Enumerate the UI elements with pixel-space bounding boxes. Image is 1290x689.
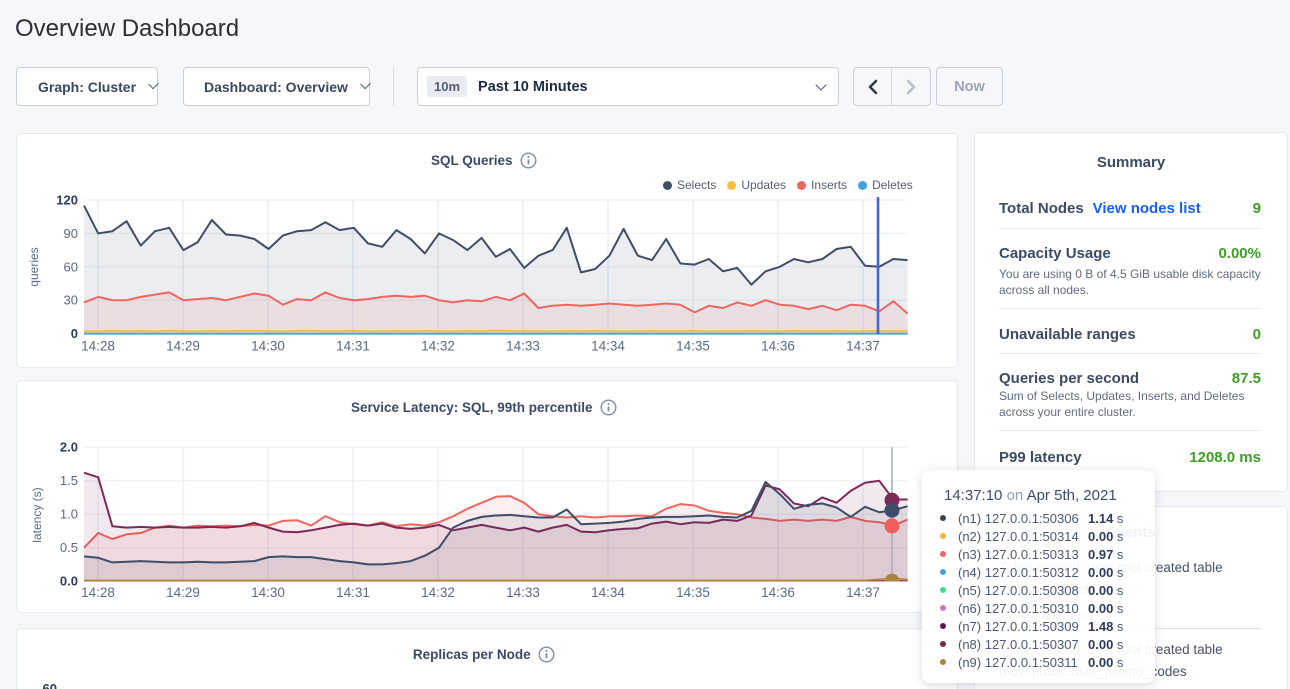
- svg-text:14:28: 14:28: [81, 339, 115, 354]
- svg-text:0.0: 0.0: [60, 574, 78, 589]
- svg-text:14:37: 14:37: [846, 339, 880, 354]
- svg-text:14:35: 14:35: [676, 585, 710, 600]
- svg-text:14:32: 14:32: [421, 585, 455, 600]
- svg-text:60: 60: [64, 259, 78, 274]
- svg-text:14:32: 14:32: [421, 339, 455, 354]
- svg-text:14:28: 14:28: [81, 585, 115, 600]
- svg-text:1.5: 1.5: [60, 473, 78, 488]
- svg-text:90: 90: [64, 226, 78, 241]
- svg-text:14:31: 14:31: [336, 339, 370, 354]
- svg-text:14:33: 14:33: [506, 339, 540, 354]
- svg-text:14:33: 14:33: [506, 585, 540, 600]
- svg-text:14:31: 14:31: [336, 585, 370, 600]
- svg-text:14:30: 14:30: [251, 339, 285, 354]
- svg-text:120: 120: [56, 193, 78, 208]
- svg-text:14:35: 14:35: [676, 339, 710, 354]
- svg-text:14:36: 14:36: [761, 339, 795, 354]
- svg-text:0.5: 0.5: [60, 540, 78, 555]
- svg-text:0: 0: [71, 326, 78, 341]
- svg-text:14:30: 14:30: [251, 585, 285, 600]
- svg-text:1.0: 1.0: [60, 507, 78, 522]
- svg-text:2.0: 2.0: [60, 440, 78, 455]
- svg-text:60: 60: [43, 681, 57, 689]
- svg-text:30: 30: [64, 293, 78, 308]
- svg-text:14:34: 14:34: [591, 339, 625, 354]
- svg-text:14:34: 14:34: [591, 585, 625, 600]
- svg-text:14:29: 14:29: [166, 585, 200, 600]
- svg-text:14:37: 14:37: [846, 585, 880, 600]
- svg-text:14:29: 14:29: [166, 339, 200, 354]
- svg-text:14:36: 14:36: [761, 585, 795, 600]
